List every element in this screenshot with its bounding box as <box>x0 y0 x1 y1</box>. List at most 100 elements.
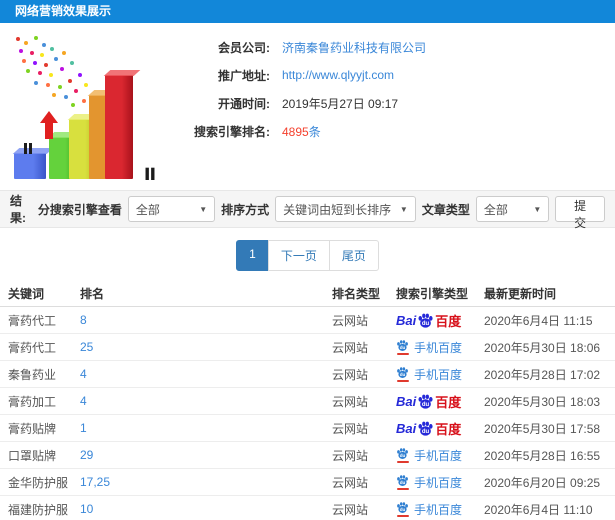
mobile-baidu-badge: du 手机百度 <box>396 474 462 491</box>
results-table: 关键词 排名 排名类型 搜索引擎类型 最新更新时间 膏药代工 8 云网站 Bai du 百… <box>0 281 615 520</box>
baidu-paw-icon: du <box>397 448 408 459</box>
keyword-cell: 口罩贴牌 <box>8 448 57 463</box>
promo-url-label: 推广地址: <box>218 68 270 83</box>
svg-text:du: du <box>422 402 430 408</box>
bar-chart-illustration <box>4 35 182 185</box>
baidu-paw-icon: du <box>397 475 408 486</box>
rank-link[interactable]: 8 <box>80 313 332 327</box>
table-row: 秦鲁药业 4 云网站 du 手机百度 2020年5月28日 17:02 <box>0 361 615 388</box>
page-title: 网络营销效果展示 <box>0 0 615 23</box>
chevron-down-icon: ▼ <box>399 204 408 214</box>
header-keyword: 关键词 <box>8 287 45 301</box>
engine-cell: du 手机百度 <box>396 501 484 518</box>
table-row: 膏药加工 4 云网站 Bai du 百度 2020年5月30日 18:03 <box>0 388 615 415</box>
last-page-button[interactable]: 尾页 <box>328 240 379 271</box>
chevron-down-icon: ▼ <box>199 204 208 214</box>
header-updated: 最新更新时间 <box>484 287 557 301</box>
summary-section: 会员公司: 济南秦鲁药业科技有限公司 推广地址: http://www.qlyy… <box>0 23 615 190</box>
updated-cell: 2020年6月4日 11:10 <box>484 502 593 517</box>
rank-link[interactable]: 29 <box>80 448 332 462</box>
updated-cell: 2020年5月30日 18:03 <box>484 394 601 409</box>
article-type-label: 文章类型 <box>421 202 470 217</box>
keyword-cell: 膏药代工 <box>8 340 57 355</box>
rank-link[interactable]: 10 <box>80 502 332 516</box>
mobile-baidu-label: 手机百度 <box>414 340 463 355</box>
svg-text:du: du <box>400 372 406 377</box>
mobile-baidu-icon: du <box>396 366 409 382</box>
mobile-baidu-icon: du <box>396 447 409 463</box>
rank-link[interactable]: 1 <box>80 421 332 435</box>
page: 网络营销效果展示 会员公司: 济南秦鲁药业科技有限公司 推广地址: http:/… <box>0 0 615 520</box>
member-company-value[interactable]: 济南秦鲁药业科技有限公司 <box>282 39 426 56</box>
rank-link[interactable]: 17,25 <box>80 475 332 489</box>
ranking-count-unit: 条 <box>308 124 321 139</box>
baidu-paw-icon: du <box>418 313 433 328</box>
mobile-baidu-label: 手机百度 <box>414 502 463 517</box>
table-row: 膏药代工 25 云网站 du 手机百度 2020年5月30日 18:06 <box>0 334 615 361</box>
engine-cell: du 手机百度 <box>396 447 484 464</box>
article-type-select[interactable]: 全部 ▼ <box>475 196 550 222</box>
member-info: 会员公司: 济南秦鲁药业科技有限公司 推广地址: http://www.qlyy… <box>182 23 615 190</box>
open-time-label: 开通时间: <box>218 96 270 111</box>
table-row: 膏药代工 8 云网站 Bai du 百度 2020年6月4日 11:15 <box>0 307 615 334</box>
submit-button[interactable]: 提交 <box>555 196 605 230</box>
rank-type-cell: 云网站 <box>332 367 369 382</box>
updated-cell: 2020年5月30日 18:06 <box>484 340 601 355</box>
svg-text:du: du <box>422 321 430 327</box>
table-body: 膏药代工 8 云网站 Bai du 百度 2020年6月4日 11:15 膏药代工 25 云网站 d… <box>0 307 615 520</box>
updated-cell: 2020年5月28日 17:02 <box>484 367 601 382</box>
engine-cell: du 手机百度 <box>396 474 484 491</box>
engine-filter-select[interactable]: 全部 ▼ <box>127 196 216 222</box>
rank-type-cell: 云网站 <box>332 340 369 355</box>
rank-type-cell: 云网站 <box>332 502 369 517</box>
mobile-baidu-label: 手机百度 <box>414 475 463 490</box>
ranking-count-value[interactable]: 4895条 <box>282 123 321 140</box>
updated-cell: 2020年6月4日 11:15 <box>484 313 593 328</box>
header-rank-type: 排名类型 <box>332 287 381 301</box>
engine-filter-value: 全部 <box>135 202 160 217</box>
baidu-logo: Bai du 百度 <box>396 393 462 410</box>
mobile-baidu-icon: du <box>396 474 409 490</box>
baidu-paw-icon: du <box>397 367 408 378</box>
confetti-dots-decoration <box>16 37 20 41</box>
engine-cell: du 手机百度 <box>396 366 484 383</box>
rank-type-cell: 云网站 <box>332 448 369 463</box>
open-time-value: 2019年5月27日 09:17 <box>282 96 399 111</box>
businessman-figure-left <box>21 143 35 154</box>
sort-filter-value: 关键词由短到长排序 <box>283 202 392 217</box>
keyword-cell: 福建防护服 <box>8 502 69 517</box>
pagination: 1 下一页 尾页 <box>0 228 615 281</box>
updated-cell: 2020年5月30日 17:58 <box>484 421 601 436</box>
updated-cell: 2020年6月20日 09:25 <box>484 475 601 490</box>
member-company-label: 会员公司: <box>218 40 270 55</box>
ranking-count-label: 搜索引擎排名: <box>194 124 270 139</box>
sort-filter-select[interactable]: 关键词由短到长排序 ▼ <box>275 196 416 222</box>
table-row: 膏药贴牌 1 云网站 Bai du 百度 2020年5月30日 17:58 <box>0 415 615 442</box>
promo-url-value[interactable]: http://www.qlyyjt.com <box>282 68 394 82</box>
ranking-count-number: 4895 <box>282 124 309 139</box>
baidu-paw-icon: du <box>418 394 433 409</box>
keyword-cell: 膏药加工 <box>8 394 57 409</box>
table-header-row: 关键词 排名 排名类型 搜索引擎类型 最新更新时间 <box>0 281 615 307</box>
engine-filter-label: 分搜索引擎查看 <box>37 202 122 217</box>
engine-cell: Bai du 百度 <box>396 311 484 330</box>
rank-link[interactable]: 25 <box>80 340 332 354</box>
chart-bar-red <box>105 75 133 179</box>
svg-text:du: du <box>422 429 430 435</box>
page-1-button[interactable]: 1 <box>236 240 269 271</box>
rank-type-cell: 云网站 <box>332 421 369 436</box>
mobile-baidu-icon: du <box>396 339 409 355</box>
ranking-count-row: 搜索引擎排名: 4895条 <box>182 117 615 145</box>
baidu-paw-icon: du <box>418 421 433 436</box>
rank-link[interactable]: 4 <box>80 394 332 408</box>
next-page-button[interactable]: 下一页 <box>267 240 330 271</box>
engine-cell: Bai du 百度 <box>396 419 484 438</box>
rank-link[interactable]: 4 <box>80 367 332 381</box>
header-engine-type: 搜索引擎类型 <box>396 287 469 301</box>
table-row: 福建防护服 10 云网站 du 手机百度 2020年6月4日 11:10 <box>0 496 615 520</box>
updated-cell: 2020年5月28日 16:55 <box>484 448 601 463</box>
keyword-cell: 秦鲁药业 <box>8 367 57 382</box>
baidu-logo: Bai du 百度 <box>396 420 462 437</box>
keyword-cell: 金华防护服 <box>8 475 69 490</box>
mobile-baidu-badge: du 手机百度 <box>396 366 462 383</box>
